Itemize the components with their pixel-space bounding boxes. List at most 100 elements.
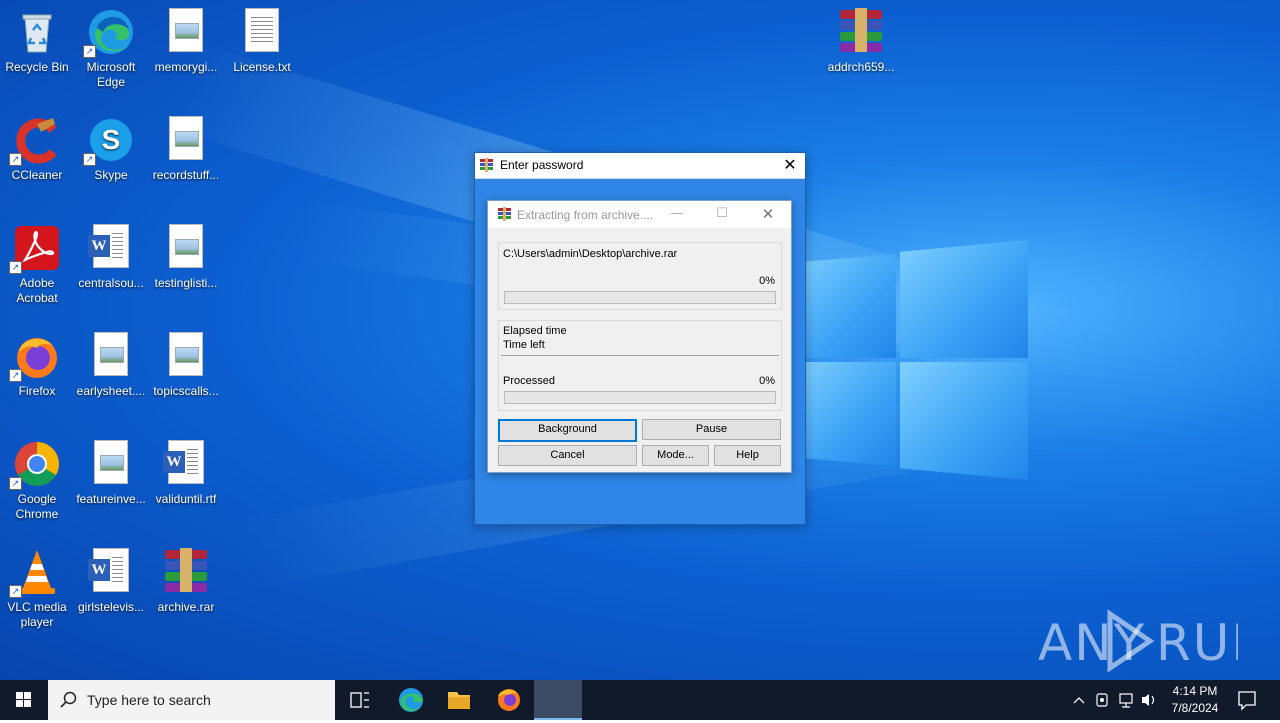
shortcut-arrow-icon: ↗ [9,585,22,598]
windows-logo-wallpaper [796,240,1028,480]
desktop-icon-label: earlysheet.... [76,384,146,398]
taskbar-firefox[interactable] [485,680,533,720]
enter-password-titlebar[interactable]: Enter password ✕ [475,153,805,179]
desktop-icon-skype[interactable]: S ↗ Skype [75,110,147,183]
clock-time: 4:14 PM [1172,684,1218,698]
shortcut-arrow-icon: ↗ [9,261,22,274]
desktop-icon-label: Microsoft Edge [86,60,136,89]
extracting-title: Extracting from archive.... [517,208,654,222]
desktop-icon-recordstuff[interactable]: recordstuff... [150,110,222,183]
desktop-icon-label: topicscalls... [153,384,219,398]
winrar-archive-icon [837,8,885,56]
desktop-icon-vlc[interactable]: ↗ VLC media player [1,542,73,630]
task-view-button[interactable] [336,680,384,720]
extracting-dialog: Extracting from archive.... — ☐ ✕ C:\Use… [487,200,792,473]
desktop-icon-testinglisti[interactable]: testinglisti... [150,218,222,291]
desktop-icon-recycle-bin[interactable]: Recycle Bin [1,2,73,75]
ccleaner-icon: ↗ [9,116,61,166]
desktop-icon-license-txt[interactable]: License.txt [226,2,298,75]
minimize-button[interactable]: — [654,201,700,228]
desktop-icon-label: Skype [94,168,128,182]
desktop-icon-validuntil-rtf[interactable]: W validuntil.rtf [150,434,222,507]
winrar-app-icon [497,207,512,222]
desktop-icon-addrch659[interactable]: addrch659... [825,2,897,75]
start-button[interactable] [0,680,48,720]
tray-app-icon[interactable] [1096,693,1108,707]
desktop-icon-label: memorygi... [154,60,218,74]
edge-icon: ↗ [83,8,135,58]
taskbar-search-box[interactable]: Type here to search [48,680,335,720]
maximize-button[interactable]: ☐ [699,201,745,228]
desktop-icon-girlstelevis[interactable]: W girlstelevis... [75,542,147,615]
mode-button[interactable]: Mode... [642,445,709,466]
close-button[interactable]: ✕ [745,201,791,228]
svg-text:RUN: RUN [1156,614,1238,672]
winrar-archive-icon [162,548,210,596]
desktop-icon-label: License.txt [233,60,291,74]
svg-text:ANY: ANY [1038,614,1146,672]
volume-icon[interactable] [1142,694,1155,706]
desktop-icon-label: Recycle Bin [5,60,69,74]
desktop-icon-firefox[interactable]: ↗ Firefox [1,326,73,399]
cancel-button[interactable]: Cancel [498,445,637,466]
recycle-bin-icon [13,8,61,56]
task-view-icon [350,692,369,708]
time-group: Elapsed time Time left Processed 0% [498,320,782,411]
desktop-icon-featureinve[interactable]: featureinve... [75,434,147,507]
desktop-icon-label: validuntil.rtf [155,492,217,506]
word-document-icon: W [87,548,135,596]
search-placeholder: Type here to search [87,692,211,708]
desktop-icon-label: Firefox [18,384,56,398]
desktop-icon-ccleaner[interactable]: ↗ CCleaner [1,110,73,183]
image-file-icon [162,116,210,164]
archive-progress-group: C:\Users\admin\Desktop\archive.rar 0% [498,242,782,310]
desktop-icon-label: CCleaner [11,168,63,182]
processed-percent: 0% [759,375,775,387]
desktop-icon-google-chrome[interactable]: ↗ Google Chrome [1,434,73,522]
file-percent: 0% [759,275,775,287]
word-document-icon: W [162,440,210,488]
acrobat-icon: ↗ [9,224,61,274]
desktop-icon-label: recordstuff... [152,168,220,182]
show-hidden-icons-chevron-icon[interactable] [1073,697,1085,704]
shortcut-arrow-icon: ↗ [9,369,22,382]
help-button[interactable]: Help [714,445,781,466]
extracting-titlebar[interactable]: Extracting from archive.... — ☐ ✕ [488,201,791,228]
image-file-icon [87,332,135,380]
network-icon[interactable] [1119,693,1133,708]
taskbar-edge[interactable] [387,680,435,720]
svg-text:S: S [102,124,121,155]
separator [501,355,779,356]
image-file-icon [162,8,210,56]
desktop-icon-topicscalls[interactable]: topicscalls... [150,326,222,399]
desktop-icon-centralsou[interactable]: W centralsou... [75,218,147,291]
desktop-icon-adobe-acrobat[interactable]: ↗ Adobe Acrobat [1,218,73,306]
pause-button[interactable]: Pause [642,419,781,440]
background-button[interactable]: Background [498,419,637,442]
desktop-icon-microsoft-edge[interactable]: ↗ Microsoft Edge [75,2,147,90]
skype-icon: S ↗ [83,116,135,166]
desktop-icon-label: featureinve... [76,492,146,506]
desktop-icon-label: girlstelevis... [77,600,145,614]
archive-path: C:\Users\admin\Desktop\archive.rar [503,248,678,260]
taskbar-clock[interactable]: 4:14 PM 7/8/2024 [1160,683,1230,717]
desktop-icon-label: Google Chrome [15,492,59,521]
clock-date: 7/8/2024 [1171,701,1219,715]
desktop-icon-memorygi[interactable]: memorygi... [150,2,222,75]
taskbar-winrar-active[interactable] [534,680,582,720]
word-document-icon: W [87,224,135,272]
image-file-icon [162,332,210,380]
taskbar-file-explorer[interactable] [435,680,483,720]
enter-password-title: Enter password [500,158,584,172]
notification-icon [1238,691,1256,711]
image-file-icon [162,224,210,272]
action-center-button[interactable] [1224,680,1270,720]
desktop-icon-label: VLC media player [7,600,67,629]
enter-password-close-button[interactable]: ✕ [775,153,805,178]
image-file-icon [87,440,135,488]
desktop-icon-archive-rar[interactable]: archive.rar [150,542,222,615]
shortcut-arrow-icon: ↗ [9,153,22,166]
text-file-icon [238,8,286,56]
system-tray [1068,680,1158,720]
desktop-icon-earlysheet[interactable]: earlysheet.... [75,326,147,399]
